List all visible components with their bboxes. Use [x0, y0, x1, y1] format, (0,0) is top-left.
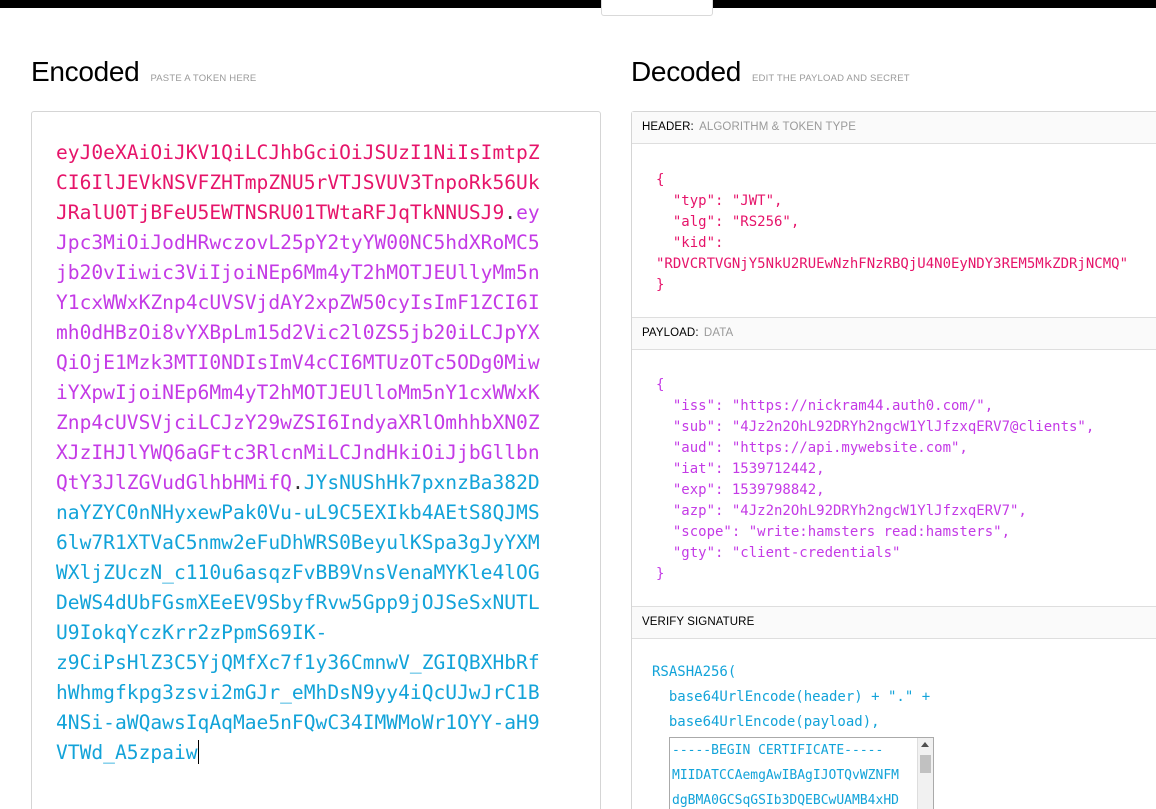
- token-header-part: eyJ0eXAiOiJKV1QiLCJhbGciOiJSUzI1NiIsImtp…: [56, 141, 540, 224]
- text-caret: [197, 740, 199, 764]
- encoded-title: Encoded: [31, 56, 140, 87]
- header-json-editor[interactable]: { "typ": "JWT", "alg": "RS256", "kid": "…: [656, 170, 1128, 296]
- encoded-token-editor[interactable]: eyJ0eXAiOiJKV1QiLCJhbGciOiJSUzI1NiIsImtp…: [31, 111, 601, 809]
- scroll-thumb[interactable]: [920, 755, 931, 773]
- decoded-title: Decoded: [631, 56, 741, 87]
- textarea-scrollbar[interactable]: [917, 738, 933, 809]
- decoded-heading: Decoded EDIT THE PAYLOAD AND SECRET: [631, 56, 910, 88]
- decoded-hint: EDIT THE PAYLOAD AND SECRET: [751, 73, 910, 84]
- top-bar: [0, 0, 1156, 8]
- payload-json-editor[interactable]: { "iss": "https://nickram44.auth0.com/",…: [656, 375, 1094, 585]
- public-key-text: -----BEGIN CERTIFICATE----- MIIDATCCAemg…: [672, 743, 899, 808]
- public-key-textarea[interactable]: -----BEGIN CERTIFICATE----- MIIDATCCAemg…: [669, 737, 934, 809]
- token-text[interactable]: eyJ0eXAiOiJKV1QiLCJhbGciOiJSUzI1NiIsImtp…: [56, 138, 546, 768]
- decoded-panel: HEADER: ALGORITHM & TOKEN TYPE { "typ": …: [631, 111, 1156, 809]
- payload-label: PAYLOAD:: [642, 327, 699, 339]
- token-dot-2: .: [291, 471, 304, 494]
- encoded-heading: Encoded PASTE A TOKEN HERE: [31, 56, 256, 88]
- header-sublabel: ALGORITHM & TOKEN TYPE: [699, 121, 856, 133]
- verify-label: VERIFY SIGNATURE: [642, 616, 755, 628]
- verify-signature-code: RSASHA256( base64UrlEncode(header) + "."…: [652, 664, 931, 730]
- header-label: HEADER:: [642, 121, 694, 133]
- token-signature-part-2: z9CiPsHlZ3C5YjQMfXc7f1y36CmnwV_ZGIQBXHbR…: [56, 651, 540, 764]
- scroll-up-icon[interactable]: [921, 742, 929, 747]
- token-dot-1: .: [504, 201, 517, 224]
- token-payload-part: eyJpc3MiOiJodHRwczovL25pY2tyYW00NC5hdXRo…: [56, 201, 540, 494]
- top-tab[interactable]: [601, 0, 713, 16]
- payload-sublabel: DATA: [703, 327, 734, 339]
- token-signature-part: JYsNUShHk7pxnzBa382DnaYZYC0nNHyxewPak0Vu…: [56, 471, 540, 644]
- payload-section-title: PAYLOAD: DATA: [632, 318, 1156, 350]
- header-section-title: HEADER: ALGORITHM & TOKEN TYPE: [632, 112, 1156, 144]
- verify-section-title: VERIFY SIGNATURE: [632, 607, 1156, 639]
- encoded-hint: PASTE A TOKEN HERE: [150, 73, 257, 84]
